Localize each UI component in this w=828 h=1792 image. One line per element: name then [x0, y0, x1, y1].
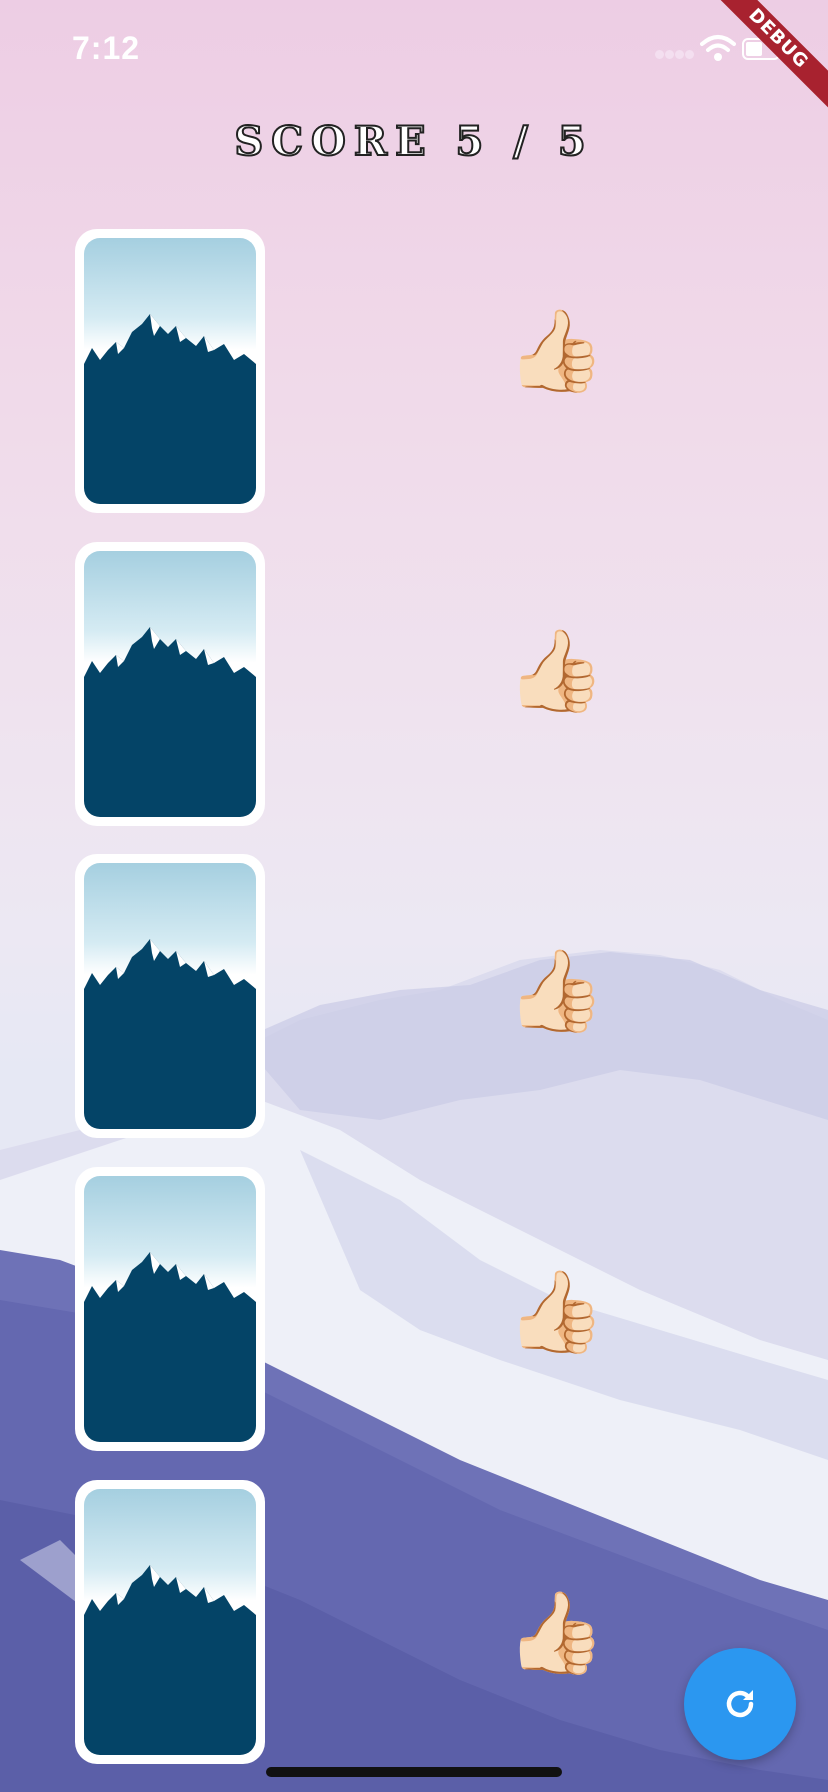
mountain-card-back-icon	[84, 1176, 256, 1442]
thumbs-up-icon: 👍🏻	[506, 1265, 606, 1358]
mountain-card-back-icon	[84, 863, 256, 1129]
app-screen: 7:12 DEBUG SCORE 5 / 5 👍🏻 👍🏻 👍🏻 👍🏻 👍🏻	[0, 0, 828, 1792]
thumbs-up-icon: 👍🏻	[506, 1586, 606, 1679]
memory-card[interactable]	[75, 1480, 265, 1764]
thumbs-up-icon: 👍🏻	[506, 624, 606, 717]
home-indicator[interactable]	[266, 1767, 562, 1777]
refresh-icon	[726, 1690, 754, 1718]
memory-card[interactable]	[75, 854, 265, 1138]
mountain-card-back-icon	[84, 551, 256, 817]
thumbs-up-icon: 👍🏻	[506, 944, 606, 1037]
refresh-button[interactable]	[684, 1648, 796, 1760]
memory-card[interactable]	[75, 229, 265, 513]
thumbs-up-icon: 👍🏻	[506, 304, 606, 397]
memory-card[interactable]	[75, 1167, 265, 1451]
wifi-icon	[700, 35, 736, 61]
status-bar: 7:12	[0, 0, 828, 100]
signal-icon	[655, 50, 695, 62]
status-time: 7:12	[72, 30, 141, 66]
score-label: SCORE 5 / 5	[233, 117, 594, 166]
mountain-card-back-icon	[84, 1489, 256, 1755]
mountain-card-back-icon	[84, 238, 256, 504]
memory-card[interactable]	[75, 542, 265, 826]
